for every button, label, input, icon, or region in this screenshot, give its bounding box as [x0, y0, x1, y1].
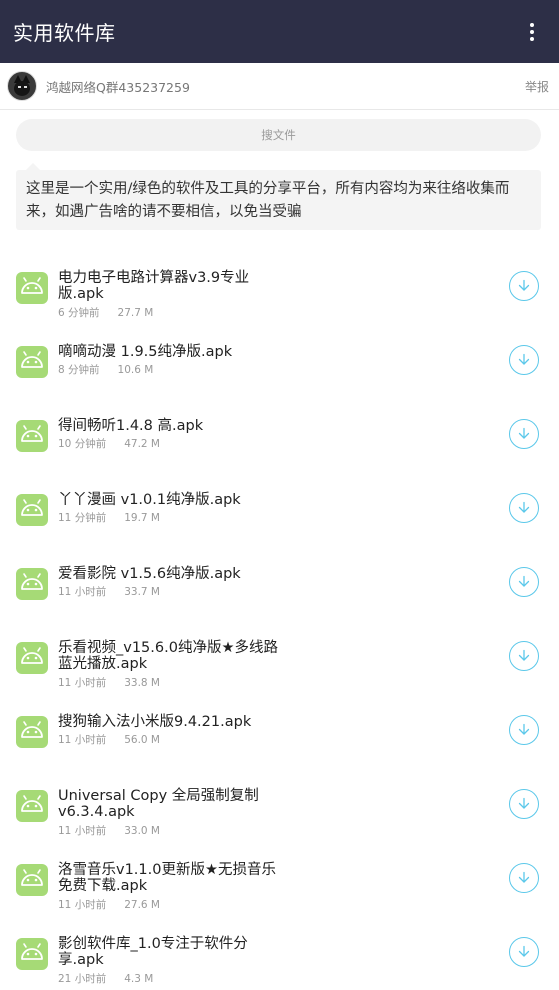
android-icon	[16, 642, 48, 674]
android-icon	[16, 494, 48, 526]
file-meta: 8 分钟前 10.6 M	[58, 362, 153, 377]
download-circle-icon[interactable]	[509, 641, 539, 671]
file-meta: 11 小时前 33.8 M	[58, 675, 160, 690]
file-list-item[interactable]: 影创软件库_1.0专注于软件分享.apk 21 小时前 4.3 M	[0, 916, 559, 990]
search-placeholder: 搜文件	[261, 128, 296, 142]
android-icon	[16, 346, 48, 378]
file-name[interactable]: 电力电子电路计算器v3.9专业版.apk	[58, 270, 283, 302]
file-meta: 11 小时前 27.6 M	[58, 897, 160, 912]
file-list-item[interactable]: 洛雪音乐v1.1.0更新版★无损音乐免费下载.apk 11 小时前 27.6 M	[0, 842, 559, 916]
file-size: 47.2 M	[124, 438, 160, 450]
download-circle-icon[interactable]	[509, 715, 539, 745]
download-circle-icon[interactable]	[509, 937, 539, 967]
android-icon	[16, 864, 48, 896]
file-list-item[interactable]: 爱看影院 v1.5.6纯净版.apk 11 小时前 33.7 M	[0, 546, 559, 620]
file-name[interactable]: 影创软件库_1.0专注于软件分享.apk	[58, 936, 283, 968]
file-size: 56.0 M	[124, 734, 160, 746]
file-time: 11 小时前	[58, 899, 107, 911]
file-name[interactable]: 搜狗输入法小米版9.4.21.apk	[58, 714, 283, 730]
android-icon	[16, 790, 48, 822]
file-meta: 6 分钟前 27.7 M	[58, 305, 153, 320]
notice-box: 这里是一个实用/绿色的软件及工具的分享平台，所有内容均为来往络收集而来，如遇广告…	[16, 170, 541, 230]
report-link[interactable]: 举报	[525, 78, 549, 95]
file-size: 33.8 M	[124, 677, 160, 689]
download-circle-icon[interactable]	[509, 345, 539, 375]
download-circle-icon[interactable]	[509, 863, 539, 893]
app-bar: 实用软件库	[0, 0, 559, 63]
file-list-item[interactable]: 乐看视频_v15.6.0纯净版★多线路蓝光播放.apk 11 小时前 33.8 M	[0, 620, 559, 694]
file-time: 6 分钟前	[58, 307, 100, 319]
download-circle-icon[interactable]	[509, 567, 539, 597]
download-circle-icon[interactable]	[509, 493, 539, 523]
file-time: 11 分钟前	[58, 512, 107, 524]
file-meta: 21 小时前 4.3 M	[58, 971, 153, 986]
file-name[interactable]: 洛雪音乐v1.1.0更新版★无损音乐免费下载.apk	[58, 862, 283, 894]
file-name[interactable]: 乐看视频_v15.6.0纯净版★多线路蓝光播放.apk	[58, 640, 283, 672]
android-icon	[16, 272, 48, 304]
file-size: 33.0 M	[124, 825, 160, 837]
file-size: 33.7 M	[124, 586, 160, 598]
file-list-item[interactable]: 电力电子电路计算器v3.9专业版.apk 6 分钟前 27.7 M	[0, 250, 559, 324]
notice-arrow	[26, 163, 40, 170]
file-list-item[interactable]: 丫丫漫画 v1.0.1纯净版.apk 11 分钟前 19.7 M	[0, 472, 559, 546]
download-circle-icon[interactable]	[509, 419, 539, 449]
file-name[interactable]: Universal Copy 全局强制复制v6.3.4.apk	[58, 788, 283, 820]
file-size: 10.6 M	[117, 364, 154, 376]
android-icon	[16, 938, 48, 970]
file-name[interactable]: 嘀嘀动漫 1.9.5纯净版.apk	[58, 344, 283, 360]
user-bar: 鸿越网络Q群435237259 举报	[0, 63, 559, 110]
file-meta: 11 小时前 56.0 M	[58, 732, 160, 747]
username[interactable]: 鸿越网络Q群435237259	[46, 77, 190, 96]
file-time: 11 小时前	[58, 586, 107, 598]
download-circle-icon[interactable]	[509, 789, 539, 819]
file-list-item[interactable]: Universal Copy 全局强制复制v6.3.4.apk 11 小时前 33.…	[0, 768, 559, 842]
file-meta: 11 小时前 33.7 M	[58, 584, 160, 599]
file-list: 电力电子电路计算器v3.9专业版.apk 6 分钟前 27.7 M 嘀嘀动漫 1.9.…	[0, 250, 559, 990]
file-list-item[interactable]: 搜狗输入法小米版9.4.21.apk 11 小时前 56.0 M	[0, 694, 559, 768]
android-icon	[16, 420, 48, 452]
android-icon	[16, 716, 48, 748]
file-time: 10 分钟前	[58, 438, 107, 450]
file-list-item[interactable]: 得间畅听1.4.8 高.apk 10 分钟前 47.2 M	[0, 398, 559, 472]
file-name[interactable]: 爱看影院 v1.5.6纯净版.apk	[58, 566, 283, 582]
file-size: 27.7 M	[117, 307, 154, 319]
file-time: 11 小时前	[58, 677, 107, 689]
app-title: 实用软件库	[13, 21, 116, 45]
file-name[interactable]: 丫丫漫画 v1.0.1纯净版.apk	[58, 492, 283, 508]
more-vert-icon[interactable]	[517, 12, 547, 52]
file-size: 4.3 M	[124, 973, 154, 985]
file-size: 27.6 M	[124, 899, 160, 911]
file-time: 21 小时前	[58, 973, 107, 985]
file-size: 19.7 M	[124, 512, 160, 524]
file-time: 8 分钟前	[58, 364, 100, 376]
download-circle-icon[interactable]	[509, 271, 539, 301]
file-list-item[interactable]: 嘀嘀动漫 1.9.5纯净版.apk 8 分钟前 10.6 M	[0, 324, 559, 398]
file-name[interactable]: 得间畅听1.4.8 高.apk	[58, 418, 283, 434]
file-time: 11 小时前	[58, 825, 107, 837]
file-time: 11 小时前	[58, 734, 107, 746]
avatar[interactable]	[7, 71, 37, 101]
file-meta: 11 小时前 33.0 M	[58, 823, 160, 838]
android-icon	[16, 568, 48, 600]
file-meta: 10 分钟前 47.2 M	[58, 436, 160, 451]
search-input[interactable]: 搜文件	[16, 119, 541, 151]
file-meta: 11 分钟前 19.7 M	[58, 510, 160, 525]
